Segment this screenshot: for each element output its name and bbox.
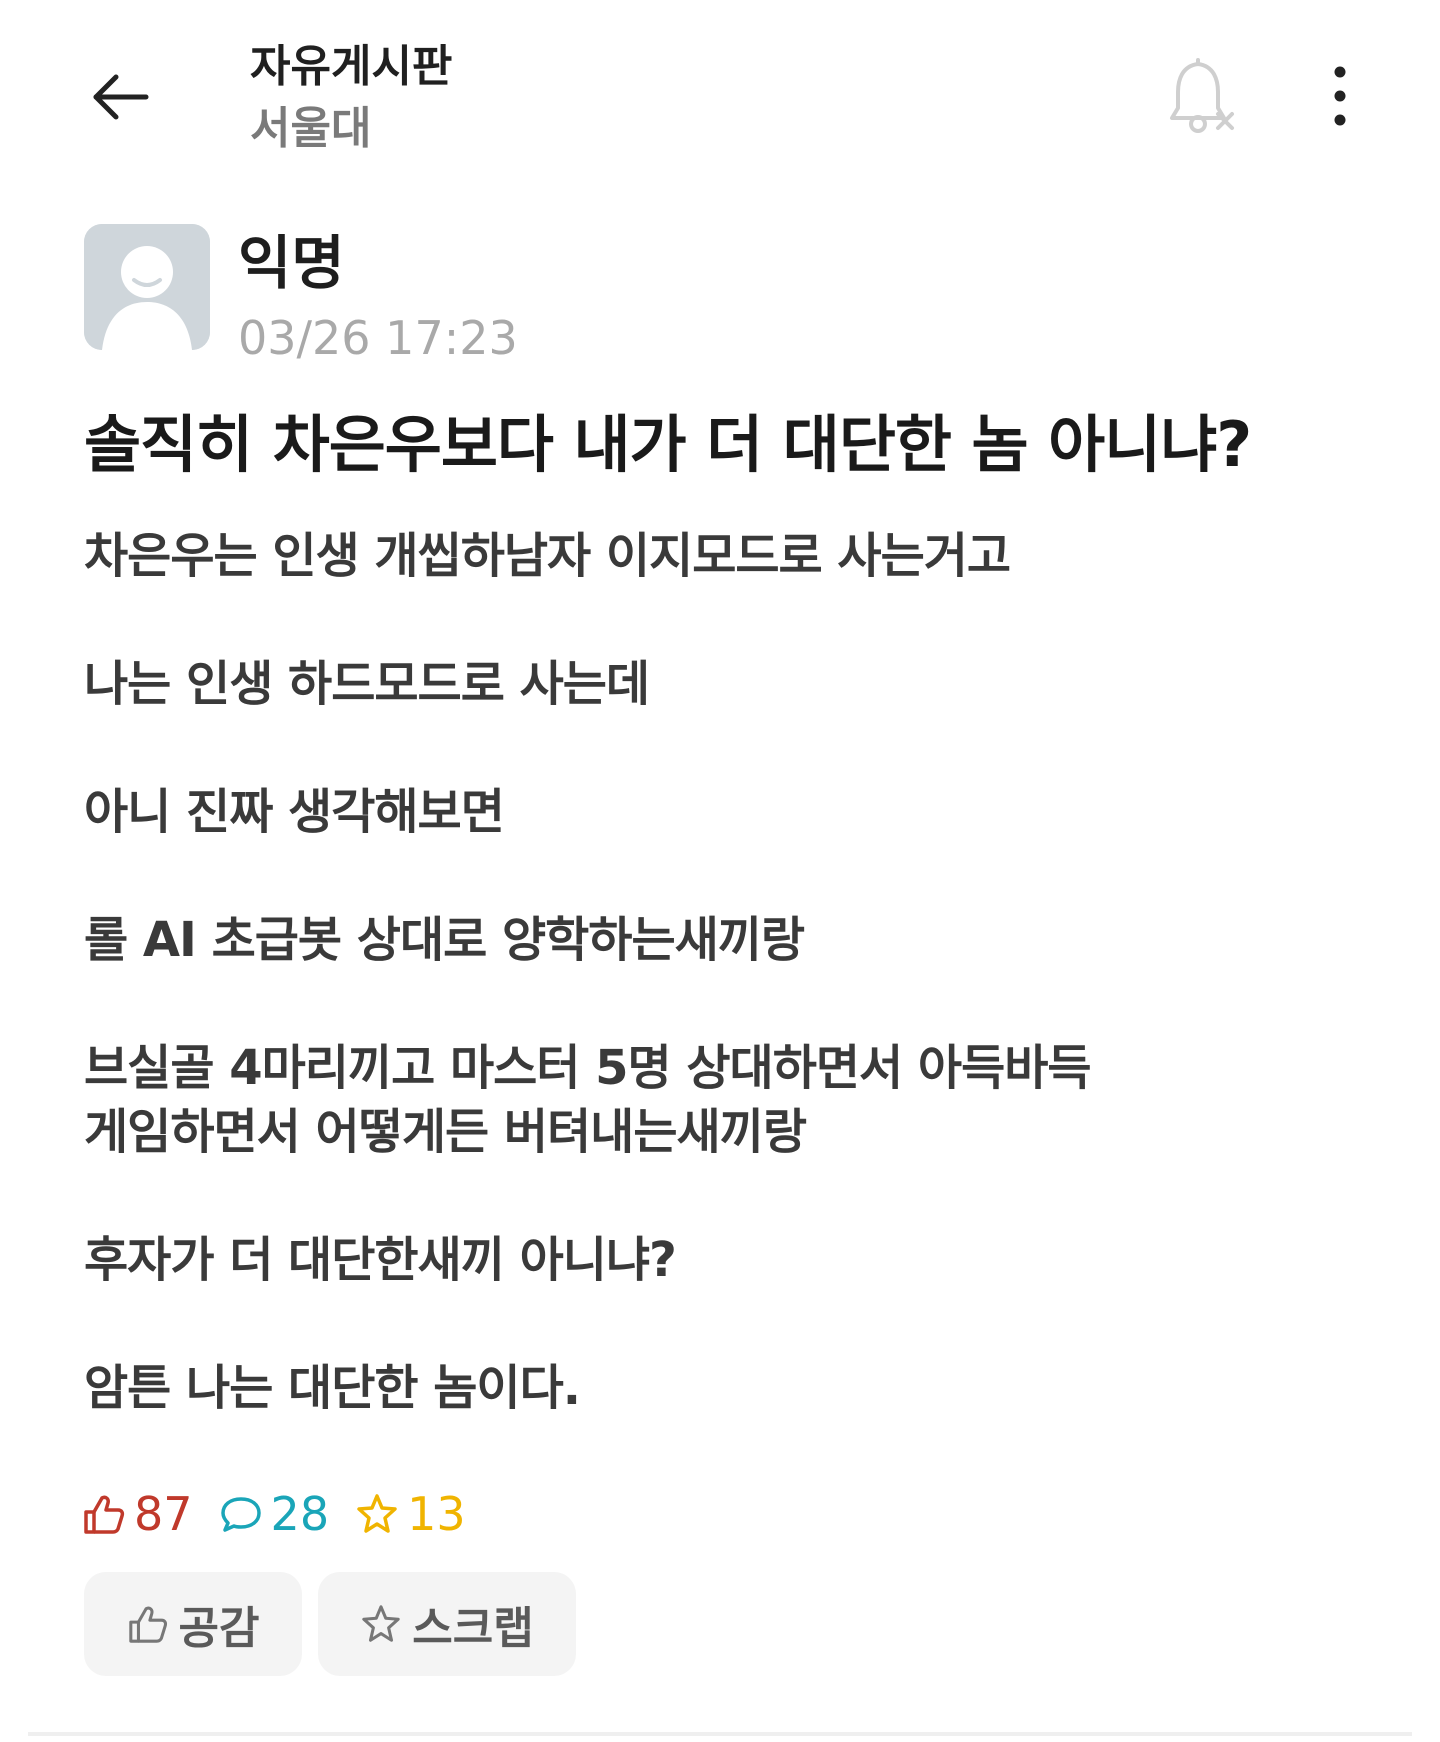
post-paragraph: 롤 AI 초급봇 상대로 양학하는새끼랑 xyxy=(84,908,1374,972)
post-paragraph: 후자가 더 대단한새끼 아니냐? xyxy=(84,1228,1374,1292)
post-line: 암튼 나는 대단한 놈이다. xyxy=(84,1360,581,1416)
post-line: 아니 진짜 생각해보면 xyxy=(84,784,505,840)
like-count: 87 xyxy=(82,1486,193,1542)
scrap-count: 13 xyxy=(355,1486,466,1542)
back-button[interactable] xyxy=(88,64,158,134)
thumbs-up-icon xyxy=(84,1495,125,1534)
scrap-button-label: 스크랩 xyxy=(412,1603,534,1654)
star-icon xyxy=(362,1605,400,1642)
more-options-button[interactable] xyxy=(1320,62,1360,134)
post-paragraph: 나는 인생 하드모드로 사는데 xyxy=(84,652,1374,716)
like-button-label: 공감 xyxy=(178,1603,260,1654)
arrow-left-icon xyxy=(93,74,149,120)
anonymous-avatar-icon xyxy=(84,224,210,350)
board-title: 자유게시판 xyxy=(250,41,453,92)
comment-bubble-icon xyxy=(220,1497,261,1532)
author-avatar[interactable] xyxy=(84,224,210,350)
section-divider xyxy=(28,1732,1412,1736)
post-line: 차은우는 인생 개씹하남자 이지모드로 사는거고 xyxy=(84,528,1011,584)
scrap-count-value: 13 xyxy=(407,1487,466,1541)
board-subtitle: 서울대 xyxy=(250,103,372,154)
like-button[interactable]: 공감 xyxy=(84,1572,302,1676)
post-line: 브실골 4마리끼고 마스터 5명 상대하면서 아득바득 xyxy=(84,1040,1092,1096)
post-line: 롤 AI 초급봇 상대로 양학하는새끼랑 xyxy=(84,912,805,968)
post-title: 솔직히 차은우보다 내가 더 대단한 놈 아니냐? xyxy=(84,408,1252,481)
author-name: 익명 xyxy=(238,229,345,297)
post-paragraph: 차은우는 인생 개씹하남자 이지모드로 사는거고 xyxy=(84,524,1374,588)
comment-count-value: 28 xyxy=(270,1487,330,1541)
scrap-button[interactable]: 스크랩 xyxy=(318,1572,576,1676)
post-line: 게임하면서 어떻게든 버텨내는새끼랑 xyxy=(84,1104,807,1160)
app-header: 자유게시판 서울대 xyxy=(0,0,1440,190)
comment-count: 28 xyxy=(219,1486,330,1542)
post-stats: 87 28 13 xyxy=(82,1484,492,1544)
post-paragraph: 아니 진짜 생각해보면 xyxy=(84,780,1374,844)
post-paragraph: 브실골 4마리끼고 마스터 5명 상대하면서 아득바득 게임하면서 어떻게든 버… xyxy=(84,1036,1374,1164)
bell-off-icon xyxy=(1170,58,1234,133)
more-vertical-icon xyxy=(1334,66,1346,126)
thumbs-up-icon xyxy=(128,1606,167,1643)
star-icon xyxy=(357,1494,397,1533)
post-timestamp: 03/26 17:23 xyxy=(238,311,518,365)
post-paragraph: 암튼 나는 대단한 놈이다. xyxy=(84,1356,1374,1420)
post-body: 차은우는 인생 개씹하남자 이지모드로 사는거고 나는 인생 하드모드로 사는데… xyxy=(84,524,1374,1484)
post-line: 후자가 더 대단한새끼 아니냐? xyxy=(84,1232,677,1288)
like-count-value: 87 xyxy=(134,1487,193,1541)
notification-toggle-button[interactable] xyxy=(1168,58,1240,138)
post-line: 나는 인생 하드모드로 사는데 xyxy=(84,656,650,712)
